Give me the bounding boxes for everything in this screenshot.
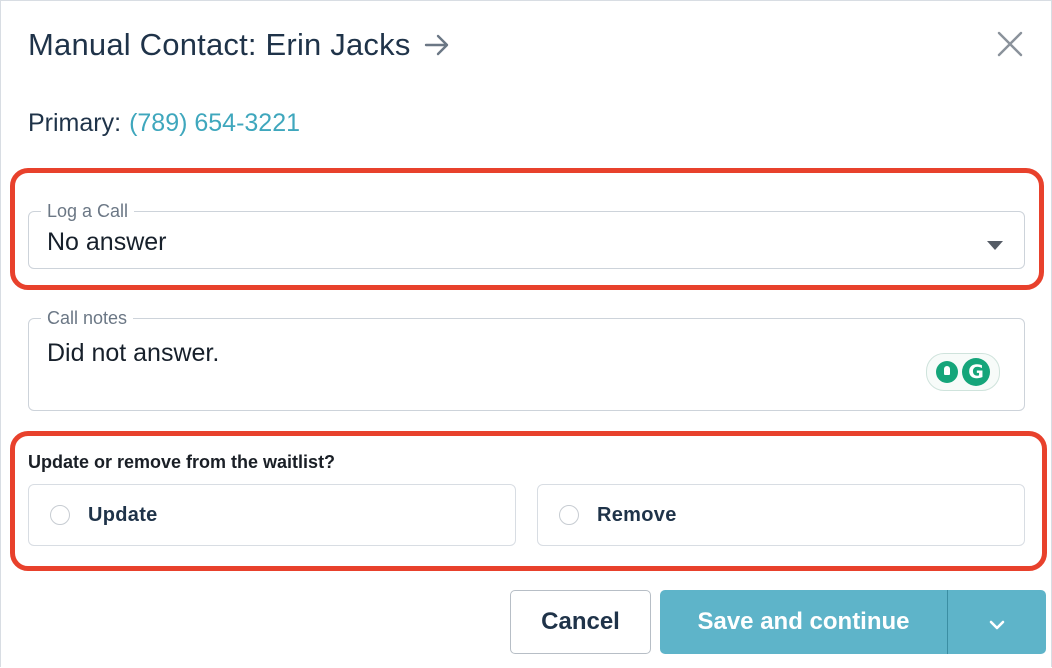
primary-phone-link[interactable]: (789) 654-3221 bbox=[129, 109, 300, 137]
lightbulb-icon bbox=[936, 361, 958, 383]
grammarly-widget[interactable]: G bbox=[926, 353, 1000, 391]
call-notes-label: Call notes bbox=[41, 308, 134, 328]
call-notes-value: Did not answer. bbox=[47, 339, 220, 367]
save-options-dropdown-button[interactable] bbox=[947, 590, 1046, 654]
cancel-button[interactable]: Cancel bbox=[510, 590, 651, 654]
primary-label: Primary: bbox=[28, 109, 122, 137]
highlight-box-waitlist bbox=[10, 431, 1047, 571]
modal-header: Manual Contact: Erin Jacks bbox=[28, 27, 451, 63]
call-notes-textarea[interactable]: Call notes Did not answer. G bbox=[28, 308, 1025, 411]
primary-phone-row: Primary: (789) 654-3221 bbox=[28, 109, 300, 138]
grammarly-g-icon: G bbox=[962, 358, 990, 386]
highlight-box-log-call bbox=[10, 168, 1044, 290]
arrow-right-icon[interactable] bbox=[423, 31, 451, 59]
save-and-continue-button[interactable]: Save and continue bbox=[660, 590, 947, 654]
chevron-down-icon bbox=[988, 613, 1006, 631]
modal-title: Manual Contact: Erin Jacks bbox=[28, 27, 411, 62]
close-icon[interactable] bbox=[997, 31, 1023, 57]
